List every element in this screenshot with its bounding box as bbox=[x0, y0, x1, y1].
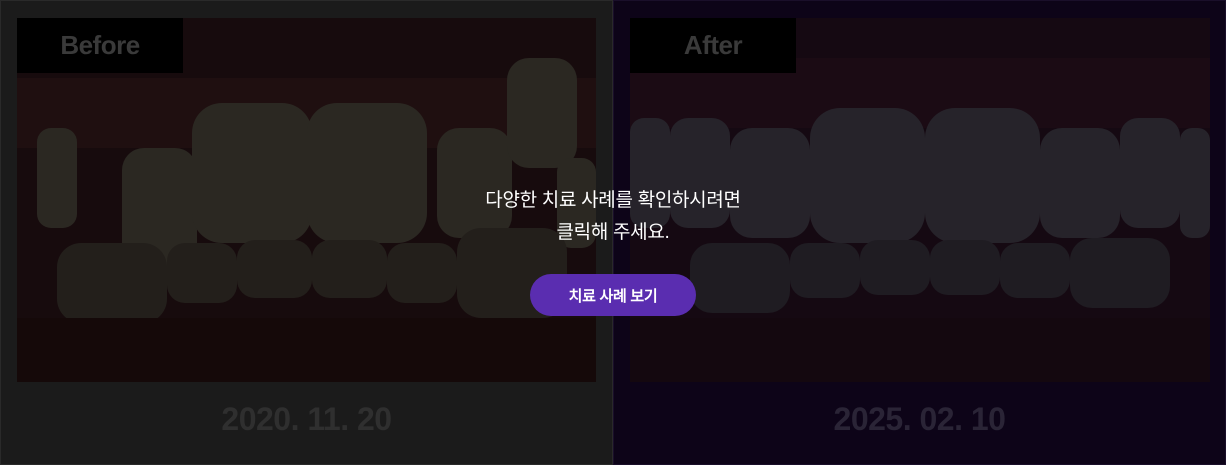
before-tag: Before bbox=[17, 18, 183, 73]
before-date: 2020. 11. 20 bbox=[221, 401, 392, 437]
before-panel: Before 2020. 11. 20 bbox=[0, 0, 613, 465]
after-panel: After 2025. 02. 10 bbox=[613, 0, 1226, 465]
after-tag: After bbox=[630, 18, 796, 73]
view-cases-button[interactable]: 치료 사례 보기 bbox=[530, 274, 696, 316]
after-date: 2025. 02. 10 bbox=[833, 401, 1006, 437]
